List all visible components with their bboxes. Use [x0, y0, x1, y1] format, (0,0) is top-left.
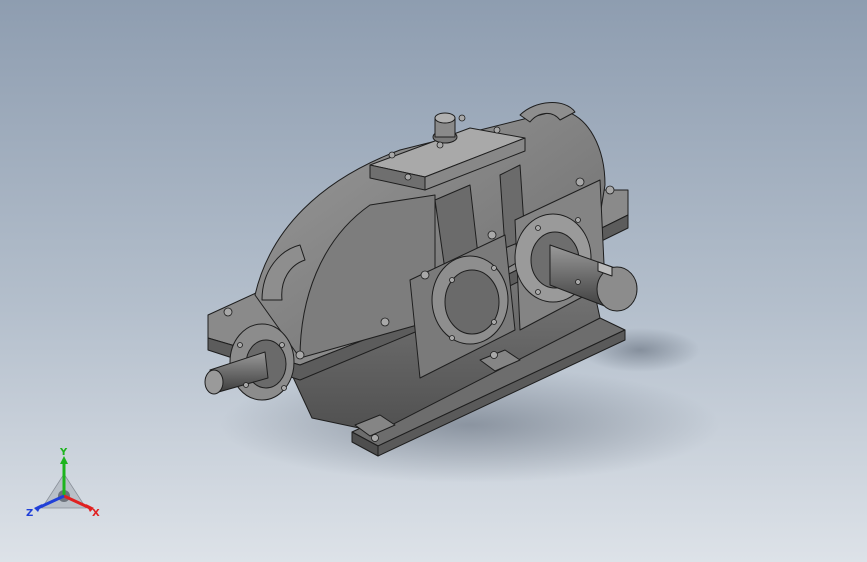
gearbox-model[interactable]	[0, 0, 867, 562]
bolt	[449, 335, 455, 341]
bolt	[243, 382, 249, 388]
bolt	[295, 350, 305, 360]
bolt	[449, 277, 455, 283]
triad-label-x: X	[92, 508, 100, 519]
bolt	[279, 342, 285, 348]
bolt	[575, 217, 581, 223]
bolt	[491, 265, 497, 271]
bolt	[575, 177, 585, 187]
bolt	[535, 225, 541, 231]
bolt	[237, 342, 243, 348]
bolt	[281, 385, 287, 391]
bolt	[223, 307, 233, 317]
bolt	[605, 185, 615, 195]
bolt	[404, 173, 412, 181]
bolt	[436, 141, 444, 149]
bolt	[380, 317, 390, 327]
bolt	[388, 151, 396, 159]
input-shaft-end	[204, 369, 224, 395]
breather-cap	[434, 112, 456, 124]
triad-label-z: Z	[26, 508, 33, 519]
output-shaft-end	[596, 266, 638, 312]
triad-label-y: Y	[59, 447, 68, 458]
bolt	[493, 126, 501, 134]
bolt	[535, 289, 541, 295]
bolt	[575, 279, 581, 285]
bolt	[487, 230, 497, 240]
bolt	[458, 114, 466, 122]
graphics-viewport[interactable]: Y X Z	[0, 0, 867, 562]
bolt	[491, 319, 497, 325]
bolt	[371, 434, 379, 442]
bolt	[420, 270, 430, 280]
orientation-triad: Y X Z	[26, 447, 100, 519]
bolt	[490, 351, 498, 359]
